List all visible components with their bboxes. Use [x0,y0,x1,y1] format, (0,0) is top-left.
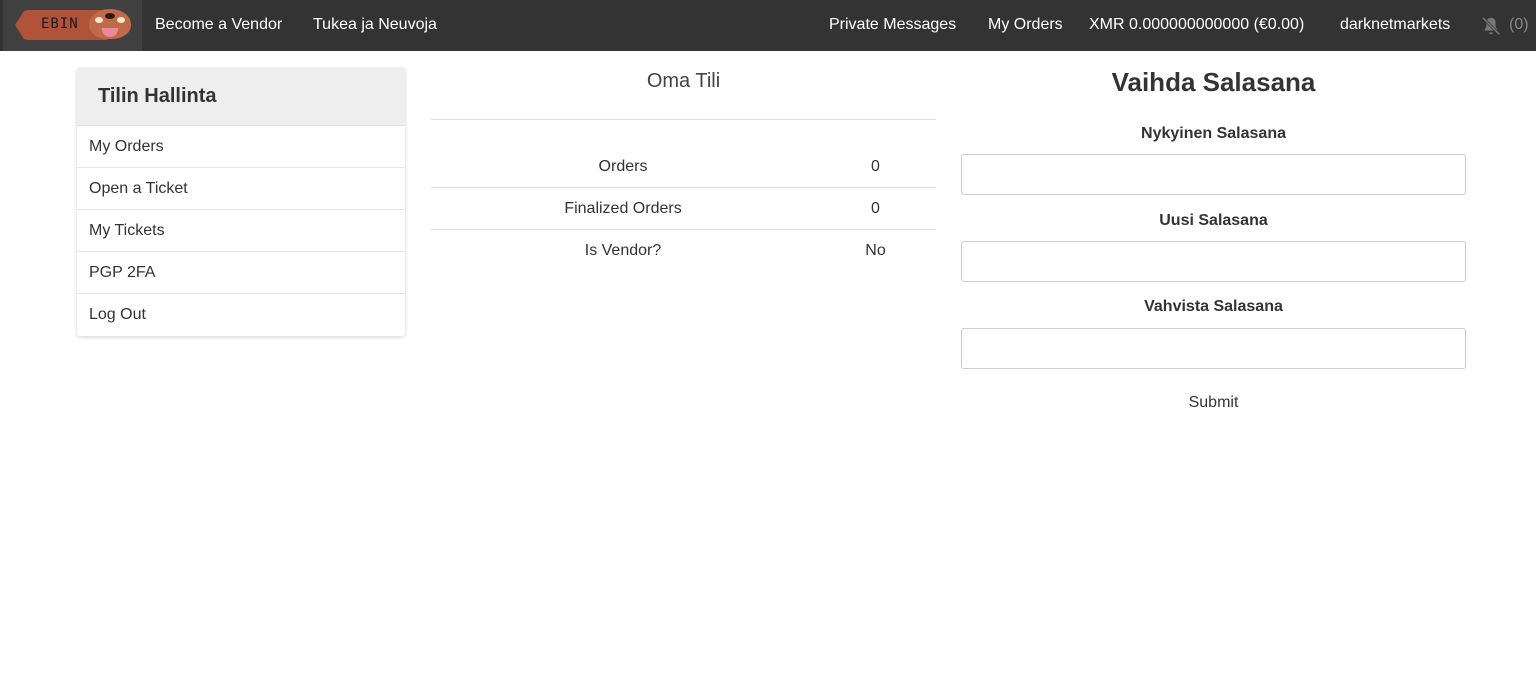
stat-label: Finalized Orders [431,187,815,230]
sidebar-item-open-ticket[interactable]: Open a Ticket [77,168,405,210]
top-navbar: EBIN Become a Vendor Tukea ja Neuvoja Pr… [0,0,1536,51]
confirm-password-field[interactable] [961,328,1466,369]
stat-value: 0 [815,146,936,188]
nav-become-vendor[interactable]: Become a Vendor [155,16,282,34]
stat-value: No [865,241,886,259]
change-password-title: Vaihda Salasana [1111,67,1316,97]
divider [431,119,936,120]
mascot-eye [95,17,103,23]
new-password-field[interactable] [961,241,1466,282]
table-row: Finalized Orders 0 [431,187,936,230]
stat-label: Orders [431,146,815,188]
panel-title: Tilin Hallinta [77,68,405,126]
confirm-password-label: Vahvista Salasana [1144,298,1283,315]
table-row: Is Vendor? No [431,230,936,272]
table-row: Orders 0 [431,146,936,188]
account-title: Oma Tili [646,70,721,92]
sidebar-item-my-tickets[interactable]: My Tickets [77,210,405,252]
mascot-eye [117,17,125,23]
nav-balance[interactable]: XMR 0.000000000000 (€0.00) [1089,16,1304,34]
new-password-label: Uusi Salasana [1159,212,1268,229]
account-stats-table: Orders 0 Finalized Orders 0 Is Vendor? N… [431,146,936,271]
account-management-panel: Tilin Hallinta My Orders Open a Ticket M… [77,68,405,336]
bell-muted-icon[interactable] [1480,15,1502,37]
mascot-nose [105,13,115,19]
logo-text: EBIN [41,16,79,32]
sidebar-item-my-orders[interactable]: My Orders [77,126,405,168]
logo-mascot-icon [89,9,131,39]
current-password-field[interactable] [961,154,1466,195]
current-password-label: Nykyinen Salasana [1141,125,1286,142]
submit-button[interactable]: Submit [1163,390,1264,416]
sidebar-item-pgp-2fa[interactable]: PGP 2FA [77,252,405,294]
sidebar-item-log-out[interactable]: Log Out [77,294,405,335]
stat-label: Is Vendor? [584,241,662,259]
site-logo[interactable]: EBIN [3,0,142,51]
nav-my-orders[interactable]: My Orders [988,16,1063,34]
notification-count[interactable]: (0) [1509,16,1529,34]
nav-username[interactable]: darknetmarkets [1340,16,1450,34]
mascot-mouth [102,28,118,37]
stat-value: 0 [815,187,936,230]
nav-private-messages[interactable]: Private Messages [829,16,956,34]
nav-support[interactable]: Tukea ja Neuvoja [313,16,437,34]
